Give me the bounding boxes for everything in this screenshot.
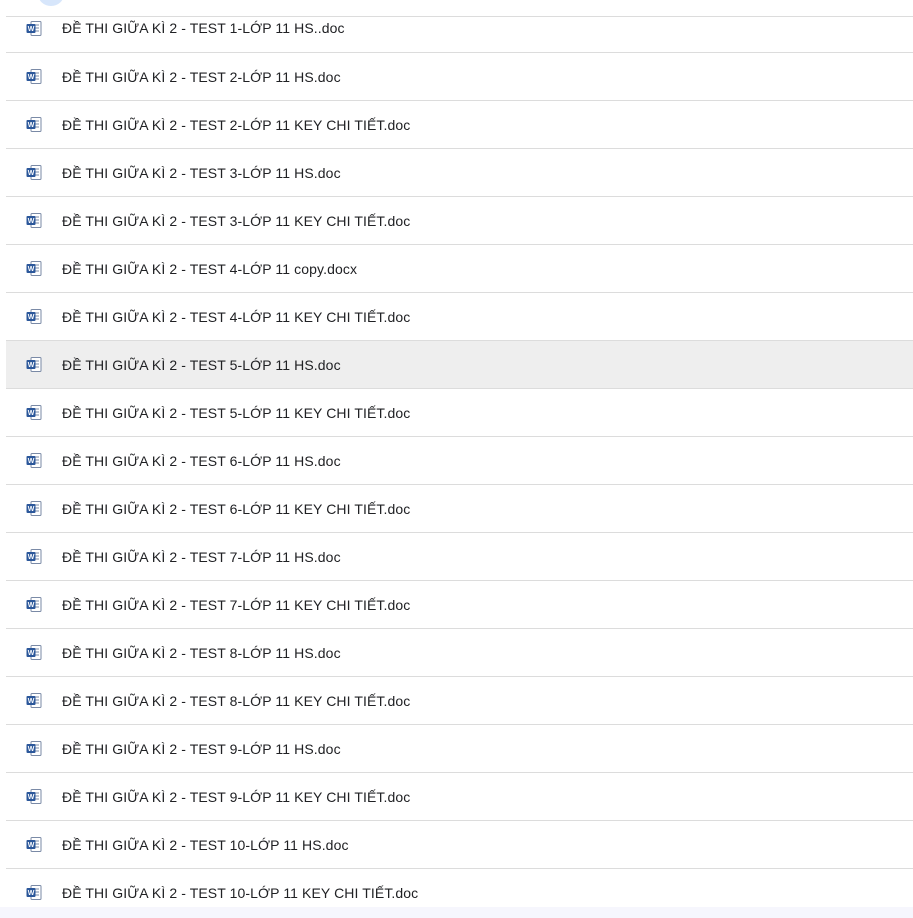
svg-text:W: W xyxy=(28,122,35,129)
svg-text:W: W xyxy=(28,650,35,657)
file-name: ĐỀ THI GIỮA KÌ 2 - TEST 7-LỚP 11 HS.doc xyxy=(62,548,341,565)
scroll-indicator xyxy=(38,0,64,6)
word-doc-icon: W xyxy=(26,597,42,612)
word-doc-icon: W xyxy=(26,20,42,36)
svg-text:W: W xyxy=(28,218,35,225)
file-name: ĐỀ THI GIỮA KÌ 2 - TEST 9-LỚP 11 KEY CHI… xyxy=(62,788,411,805)
file-row[interactable]: W ĐỀ THI GIỮA KÌ 2 - TEST 9-LỚP 11 KEY C… xyxy=(6,773,913,821)
bottom-bar xyxy=(0,907,913,918)
file-row[interactable]: W ĐỀ THI GIỮA KÌ 2 - TEST 4-LỚP 11 copy.… xyxy=(6,245,913,293)
file-name: ĐỀ THI GIỮA KÌ 2 - TEST 3-LỚP 11 HS.doc xyxy=(62,164,341,181)
word-doc-icon: W xyxy=(26,453,42,468)
file-row[interactable]: W ĐỀ THI GIỮA KÌ 2 - TEST 4-LỚP 11 KEY C… xyxy=(6,293,913,341)
svg-text:W: W xyxy=(28,314,35,321)
file-name: ĐỀ THI GIỮA KÌ 2 - TEST 10-LỚP 11 KEY CH… xyxy=(62,884,419,901)
word-doc-icon: W xyxy=(26,501,42,516)
word-doc-icon: W xyxy=(26,357,42,372)
svg-text:W: W xyxy=(28,602,35,609)
file-browser: W ĐỀ THI GIỮA KÌ 2 - TEST 1-LỚP 11 HS..d… xyxy=(0,0,913,918)
word-doc-icon: W xyxy=(26,789,42,804)
word-doc-icon: W xyxy=(26,645,42,660)
file-row[interactable]: W ĐỀ THI GIỮA KÌ 2 - TEST 1-LỚP 11 HS..d… xyxy=(6,17,913,53)
word-doc-icon: W xyxy=(26,405,42,420)
file-name: ĐỀ THI GIỮA KÌ 2 - TEST 8-LỚP 11 KEY CHI… xyxy=(62,692,411,709)
file-name: ĐỀ THI GIỮA KÌ 2 - TEST 1-LỚP 11 HS..doc xyxy=(62,20,345,36)
word-doc-icon: W xyxy=(26,69,42,84)
word-doc-icon: W xyxy=(26,693,42,708)
file-row[interactable]: W ĐỀ THI GIỮA KÌ 2 - TEST 9-LỚP 11 HS.do… xyxy=(6,725,913,773)
file-name: ĐỀ THI GIỮA KÌ 2 - TEST 10-LỚP 11 HS.doc xyxy=(62,836,349,853)
file-list: W ĐỀ THI GIỮA KÌ 2 - TEST 1-LỚP 11 HS..d… xyxy=(6,16,913,917)
word-doc-icon: W xyxy=(26,117,42,132)
file-name: ĐỀ THI GIỮA KÌ 2 - TEST 5-LỚP 11 KEY CHI… xyxy=(62,404,411,421)
svg-text:W: W xyxy=(28,266,35,273)
word-doc-icon: W xyxy=(26,165,42,180)
file-row[interactable]: W ĐỀ THI GIỮA KÌ 2 - TEST 2-LỚP 11 HS.do… xyxy=(6,53,913,101)
file-name: ĐỀ THI GIỮA KÌ 2 - TEST 9-LỚP 11 HS.doc xyxy=(62,740,341,757)
file-row[interactable]: W ĐỀ THI GIỮA KÌ 2 - TEST 5-LỚP 11 KEY C… xyxy=(6,389,913,437)
file-row[interactable]: W ĐỀ THI GIỮA KÌ 2 - TEST 6-LỚP 11 HS.do… xyxy=(6,437,913,485)
svg-text:W: W xyxy=(28,362,35,369)
svg-text:W: W xyxy=(28,458,35,465)
file-row[interactable]: W ĐỀ THI GIỮA KÌ 2 - TEST 7-LỚP 11 KEY C… xyxy=(6,581,913,629)
file-row[interactable]: W ĐỀ THI GIỮA KÌ 2 - TEST 8-LỚP 11 HS.do… xyxy=(6,629,913,677)
file-name: ĐỀ THI GIỮA KÌ 2 - TEST 6-LỚP 11 HS.doc xyxy=(62,452,341,469)
file-row[interactable]: W ĐỀ THI GIỮA KÌ 2 - TEST 10-LỚP 11 HS.d… xyxy=(6,821,913,869)
svg-text:W: W xyxy=(28,170,35,177)
file-name: ĐỀ THI GIỮA KÌ 2 - TEST 4-LỚP 11 KEY CHI… xyxy=(62,308,411,325)
file-name: ĐỀ THI GIỮA KÌ 2 - TEST 5-LỚP 11 HS.doc xyxy=(62,356,341,373)
svg-text:W: W xyxy=(28,410,35,417)
file-row[interactable]: W ĐỀ THI GIỮA KÌ 2 - TEST 7-LỚP 11 HS.do… xyxy=(6,533,913,581)
file-name: ĐỀ THI GIỮA KÌ 2 - TEST 6-LỚP 11 KEY CHI… xyxy=(62,500,411,517)
svg-text:W: W xyxy=(28,554,35,561)
svg-text:W: W xyxy=(28,74,35,81)
svg-text:W: W xyxy=(28,698,35,705)
file-row[interactable]: W ĐỀ THI GIỮA KÌ 2 - TEST 5-LỚP 11 HS.do… xyxy=(6,341,913,389)
file-row[interactable]: W ĐỀ THI GIỮA KÌ 2 - TEST 8-LỚP 11 KEY C… xyxy=(6,677,913,725)
word-doc-icon: W xyxy=(26,549,42,564)
file-row[interactable]: W ĐỀ THI GIỮA KÌ 2 - TEST 2-LỚP 11 KEY C… xyxy=(6,101,913,149)
word-doc-icon: W xyxy=(26,261,42,276)
file-row[interactable]: W ĐỀ THI GIỮA KÌ 2 - TEST 3-LỚP 11 HS.do… xyxy=(6,149,913,197)
svg-text:W: W xyxy=(28,26,35,33)
svg-text:W: W xyxy=(28,842,35,849)
file-name: ĐỀ THI GIỮA KÌ 2 - TEST 4-LỚP 11 copy.do… xyxy=(62,260,358,277)
svg-text:W: W xyxy=(28,506,35,513)
svg-text:W: W xyxy=(28,746,35,753)
svg-text:W: W xyxy=(28,890,35,897)
svg-text:W: W xyxy=(28,794,35,801)
file-name: ĐỀ THI GIỮA KÌ 2 - TEST 2-LỚP 11 HS.doc xyxy=(62,68,341,85)
file-row[interactable]: W ĐỀ THI GIỮA KÌ 2 - TEST 3-LỚP 11 KEY C… xyxy=(6,197,913,245)
file-name: ĐỀ THI GIỮA KÌ 2 - TEST 7-LỚP 11 KEY CHI… xyxy=(62,596,411,613)
word-doc-icon: W xyxy=(26,741,42,756)
file-row[interactable]: W ĐỀ THI GIỮA KÌ 2 - TEST 6-LỚP 11 KEY C… xyxy=(6,485,913,533)
file-name: ĐỀ THI GIỮA KÌ 2 - TEST 8-LỚP 11 HS.doc xyxy=(62,644,341,661)
file-name: ĐỀ THI GIỮA KÌ 2 - TEST 3-LỚP 11 KEY CHI… xyxy=(62,212,411,229)
file-name: ĐỀ THI GIỮA KÌ 2 - TEST 2-LỚP 11 KEY CHI… xyxy=(62,116,411,133)
word-doc-icon: W xyxy=(26,213,42,228)
word-doc-icon: W xyxy=(26,885,42,900)
word-doc-icon: W xyxy=(26,309,42,324)
word-doc-icon: W xyxy=(26,837,42,852)
